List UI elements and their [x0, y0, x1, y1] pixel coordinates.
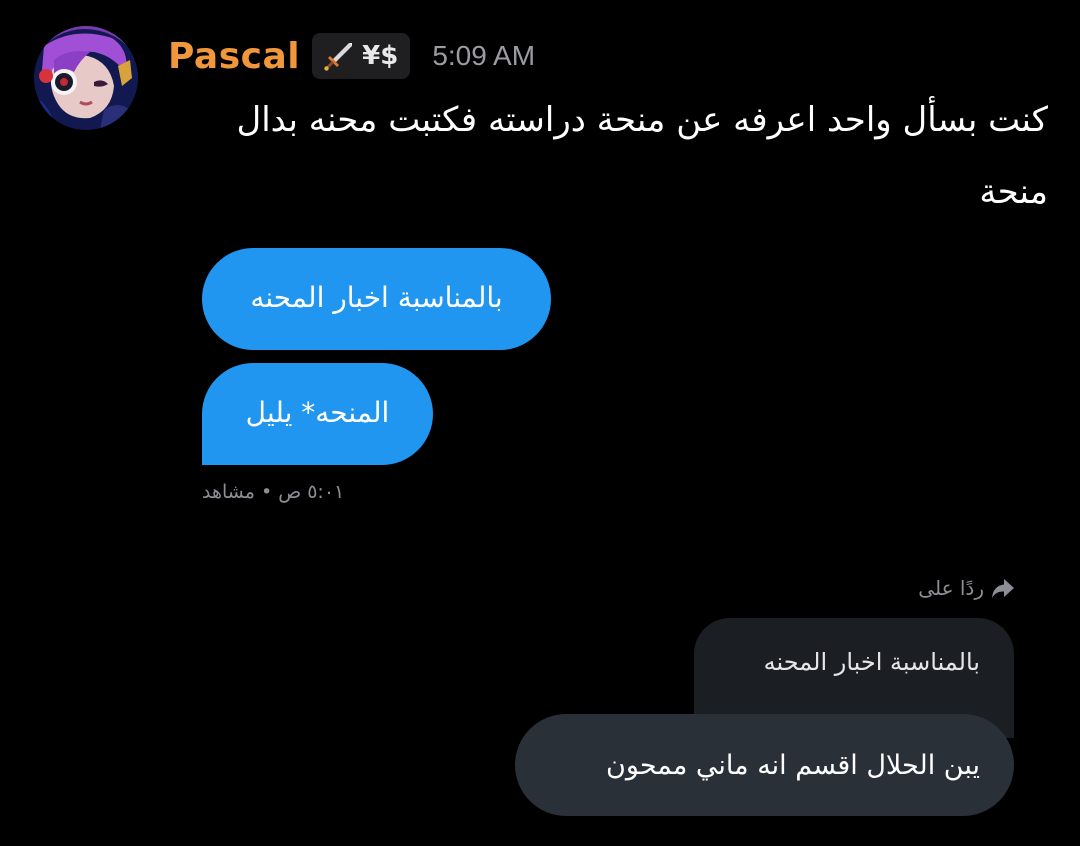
received-message-bubble[interactable]: يبن الحلال اقسم انه ماني ممحون: [515, 714, 1014, 816]
reply-label: ردًا على: [918, 576, 984, 600]
tag-text: ¥$: [362, 41, 399, 71]
sent-message-bubble[interactable]: المنحه* يليل: [202, 363, 433, 465]
message-timestamp: 5:09 AM: [432, 40, 536, 71]
message-header: Pascal ¥$ 5:09 AM: [168, 30, 535, 82]
sword-icon: [324, 43, 353, 71]
reply-arrow-icon: [992, 579, 1014, 598]
message-post: Pascal ¥$ 5:09 AM كنت بسأل واحد اعرفه عن…: [0, 0, 1080, 212]
avatar-image: [34, 26, 138, 130]
user-tag-badge[interactable]: ¥$: [312, 33, 411, 79]
reply-indicator: ردًا على: [880, 572, 1016, 604]
avatar[interactable]: [34, 26, 138, 130]
seen-status: ٥:٠١ ص • مشاهد: [202, 481, 345, 503]
message-text: كنت بسأل واحد اعرفه عن منحة دراسته فكتبت…: [236, 100, 1048, 212]
sent-message-bubble[interactable]: بالمناسبة اخبار المحنه: [202, 248, 551, 350]
username[interactable]: Pascal: [168, 36, 300, 77]
